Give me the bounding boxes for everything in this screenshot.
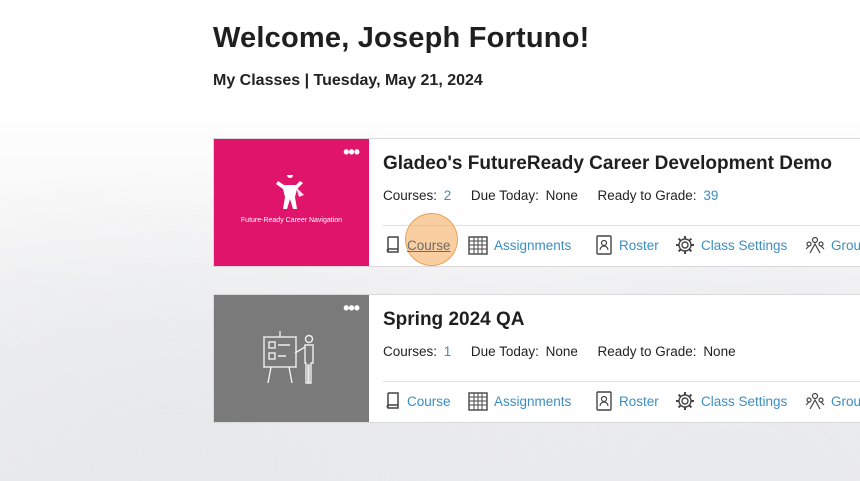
due-today-label: Due Today:	[470, 188, 539, 203]
groups-link[interactable]: Groups	[805, 390, 860, 412]
class-settings-link[interactable]: Class Settings	[675, 390, 787, 412]
groups-label[interactable]: Groups	[831, 394, 860, 409]
courses-label: Courses:	[383, 344, 438, 359]
ready-to-grade-link[interactable]: 39	[703, 188, 718, 203]
class-card: ••• Future-Ready Career Navigation Glade…	[213, 138, 860, 267]
assignments-label[interactable]: Assignments	[494, 394, 571, 409]
roster-link[interactable]: Roster	[595, 234, 659, 256]
class-stats: Courses: 1 Due Today: None Ready to Grad…	[383, 344, 736, 359]
class-name[interactable]: Gladeo's FutureReady Career Development …	[383, 153, 832, 175]
assignments-link[interactable]: Assignments	[468, 234, 571, 256]
class-settings-label[interactable]: Class Settings	[701, 238, 787, 253]
page-subtitle: My Classes | Tuesday, May 21, 2024	[213, 72, 483, 89]
gear-icon	[676, 392, 694, 410]
class-name[interactable]: Spring 2024 QA	[383, 309, 525, 331]
courses-label: Courses:	[383, 188, 438, 203]
courses-count-link[interactable]: 1	[444, 344, 452, 359]
class-thumbnail[interactable]: ••• Future-Ready Career Navigation	[214, 139, 369, 266]
page-title: Welcome, Joseph Fortuno!	[213, 22, 590, 54]
class-settings-label[interactable]: Class Settings	[701, 394, 787, 409]
calendar-grid-icon	[468, 236, 488, 255]
superhero-icon	[276, 175, 304, 209]
roster-label[interactable]: Roster	[619, 238, 659, 253]
more-options-icon[interactable]: •••	[343, 143, 360, 161]
course-link-label[interactable]: Course	[407, 394, 451, 409]
assignments-label[interactable]: Assignments	[494, 238, 571, 253]
assignments-link[interactable]: Assignments	[468, 390, 571, 412]
due-today-label: Due Today:	[470, 344, 539, 359]
ready-to-grade-value: None	[703, 344, 736, 359]
due-today-value: None	[545, 188, 578, 203]
groups-icon	[805, 236, 825, 254]
class-card: ••• Spring 2024 QA Courses: 1 Due Today:…	[213, 294, 860, 423]
class-thumbnail[interactable]: •••	[214, 295, 369, 422]
courses-count-link[interactable]: 2	[444, 188, 452, 203]
course-link-label[interactable]: Course	[407, 238, 451, 253]
presentation-board-icon	[263, 331, 314, 384]
book-icon	[386, 392, 399, 409]
groups-label[interactable]: Groups	[831, 238, 860, 253]
roster-icon	[596, 235, 612, 255]
more-options-icon[interactable]: •••	[343, 299, 360, 317]
groups-icon	[805, 392, 825, 410]
ready-to-grade-label: Ready to Grade:	[597, 344, 697, 359]
ready-to-grade-label: Ready to Grade:	[597, 188, 697, 203]
roster-icon	[596, 391, 612, 411]
gear-icon	[676, 236, 694, 254]
groups-link[interactable]: Groups	[805, 234, 860, 256]
book-icon	[386, 236, 399, 253]
class-stats: Courses: 2 Due Today: None Ready to Grad…	[383, 188, 718, 203]
roster-link[interactable]: Roster	[595, 390, 659, 412]
roster-label[interactable]: Roster	[619, 394, 659, 409]
thumbnail-caption: Future-Ready Career Navigation	[240, 217, 343, 224]
class-settings-link[interactable]: Class Settings	[675, 234, 787, 256]
calendar-grid-icon	[468, 392, 488, 411]
course-link[interactable]: Course	[385, 390, 451, 412]
class-info: Gladeo's FutureReady Career Development …	[383, 139, 860, 226]
class-actions: Course Assignments Roster Class Settings…	[383, 384, 860, 420]
due-today-value: None	[545, 344, 578, 359]
class-info: Spring 2024 QA Courses: 1 Due Today: Non…	[383, 295, 860, 382]
